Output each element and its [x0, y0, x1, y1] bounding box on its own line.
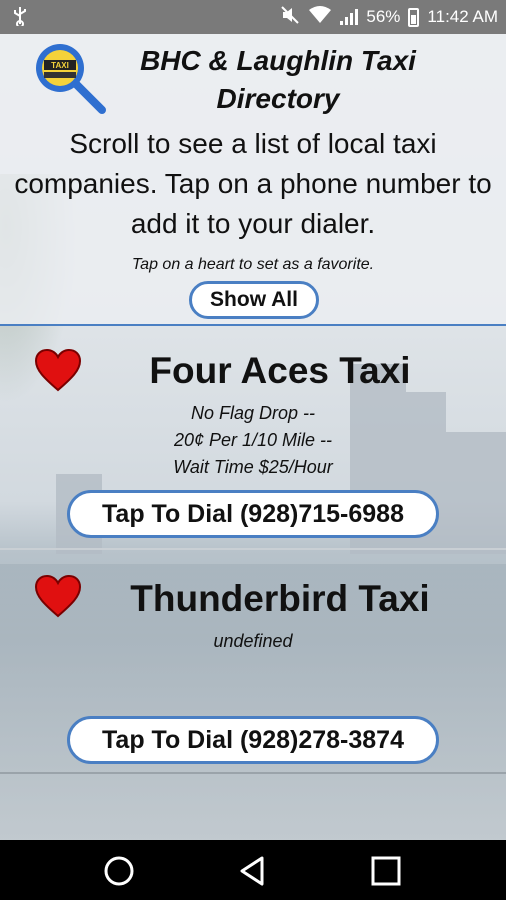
- signal-icon: [340, 9, 359, 25]
- intro-text: Scroll to see a list of local taxi compa…: [14, 128, 492, 239]
- back-icon[interactable]: [236, 854, 270, 888]
- heart-icon[interactable]: [34, 348, 82, 392]
- home-icon[interactable]: [102, 854, 136, 888]
- usb-icon: [12, 6, 28, 31]
- header-panel: TAXI BHC & Laughlin Taxi Directory Scrol…: [0, 34, 506, 326]
- description-line: 20¢ Per 1/10 Mile --: [173, 430, 333, 450]
- page-title: BHC & Laughlin Taxi Directory: [140, 45, 416, 114]
- clock: 11:42 AM: [427, 7, 498, 26]
- show-all-button[interactable]: Show All: [189, 281, 319, 319]
- list-item: Thunderbird Taxi undefined Tap To Dial (…: [0, 548, 506, 774]
- list-item: Four Aces Taxi No Flag Drop -- 20¢ Per 1…: [0, 326, 506, 548]
- mute-icon: [280, 5, 300, 30]
- dial-button[interactable]: Tap To Dial (928)715-6988: [67, 490, 439, 538]
- battery-percent: 56%: [366, 7, 401, 26]
- description-line: Wait Time $25/Hour: [173, 457, 333, 477]
- company-description: No Flag Drop -- 20¢ Per 1/10 Mile -- Wai…: [0, 400, 506, 481]
- status-indicators: 56% 11:42 AM: [280, 0, 498, 34]
- wifi-icon: [308, 5, 332, 29]
- recents-icon[interactable]: [369, 854, 403, 888]
- description-line: undefined: [213, 631, 293, 651]
- heart-icon[interactable]: [34, 574, 82, 618]
- battery-icon: [408, 7, 420, 27]
- description-line: No Flag Drop --: [190, 403, 316, 423]
- logo-text: TAXI: [51, 61, 69, 70]
- company-description: undefined: [0, 628, 506, 655]
- company-name: Four Aces Taxi: [149, 350, 411, 391]
- navigation-bar: [0, 840, 506, 900]
- taxi-search-logo: TAXI: [32, 40, 110, 118]
- company-name: Thunderbird Taxi: [130, 578, 430, 619]
- dial-button[interactable]: Tap To Dial (928)278-3874: [67, 716, 439, 764]
- status-bar: 56% 11:42 AM: [0, 0, 506, 34]
- favorite-hint: Tap on a heart to set as a favorite.: [131, 256, 375, 273]
